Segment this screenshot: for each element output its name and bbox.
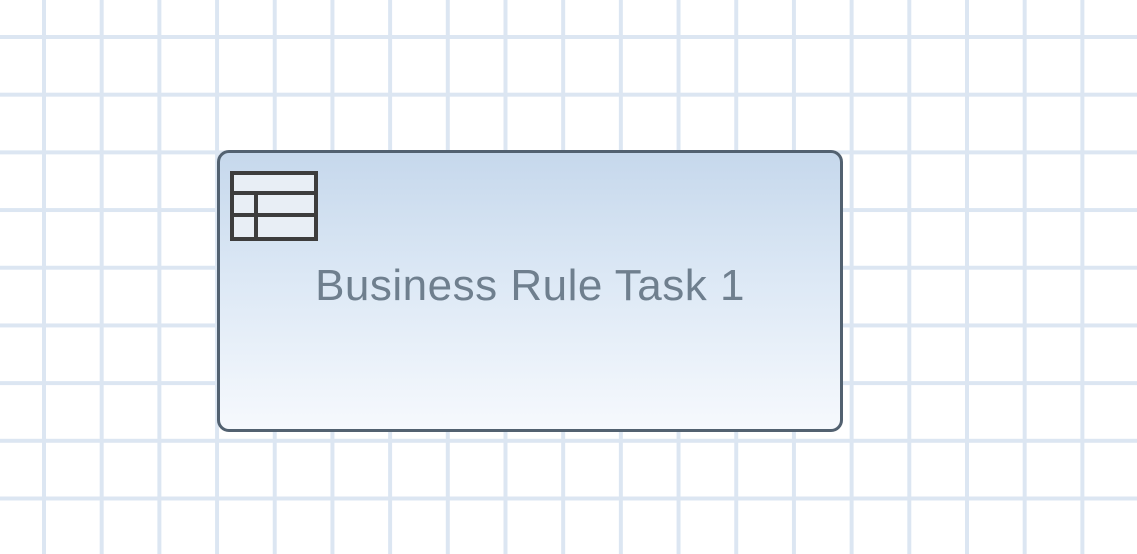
task-label: Business Rule Task 1 (315, 261, 745, 310)
business-rule-task[interactable]: Business Rule Task 1 (217, 150, 843, 432)
diagram-canvas[interactable]: Business Rule Task 1 (0, 0, 1137, 554)
business-rule-table-icon (230, 171, 318, 241)
